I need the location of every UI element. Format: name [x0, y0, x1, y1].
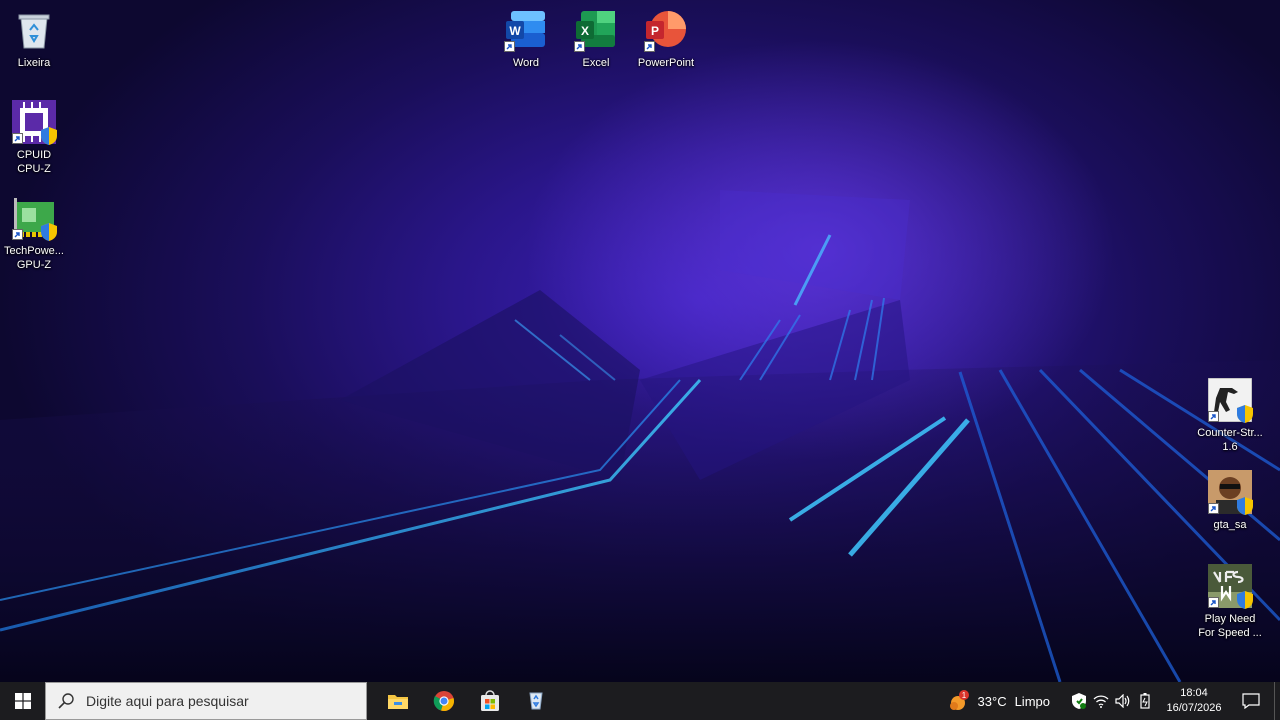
shortcut-arrow-icon: [504, 41, 515, 52]
powerpoint-icon: P: [644, 8, 688, 52]
desktop-icon-label: Word: [512, 57, 540, 69]
weather-condition: Limpo: [1014, 693, 1050, 709]
gta-sa-icon: [1208, 470, 1253, 515]
word-icon: W: [504, 8, 548, 52]
tray-volume[interactable]: [1112, 682, 1134, 720]
file-explorer-icon: [388, 695, 408, 709]
desktop-icon-word[interactable]: W Word: [489, 8, 563, 70]
desktop-icon-label: Lixeira: [17, 57, 51, 69]
wifi-icon: [1093, 695, 1109, 708]
clock-date: 16/07/2026: [1166, 702, 1222, 714]
taskbar: Digite aqui para pesquisar 1 33°C Limpo …: [0, 682, 1280, 720]
recycle-bin-icon: [12, 8, 56, 52]
microsoft-store-icon: [481, 690, 499, 711]
uac-shield-icon: [1237, 497, 1253, 515]
taskbar-file-explorer[interactable]: [375, 682, 421, 720]
weather-alert-badge: 1: [961, 691, 966, 700]
svg-text:X: X: [581, 24, 589, 38]
tray-network[interactable]: [1090, 682, 1112, 720]
tray-battery[interactable]: [1134, 682, 1156, 720]
shortcut-arrow-icon: [1208, 411, 1219, 422]
start-button[interactable]: [0, 682, 45, 720]
desktop-icon-excel[interactable]: X Excel: [559, 8, 633, 70]
desktop-icon-need-for-speed[interactable]: Play Need For Speed ...: [1192, 564, 1268, 640]
taskbar-search-box[interactable]: Digite aqui para pesquisar: [45, 682, 367, 720]
windows-tool-icon: [529, 692, 543, 710]
desktop-icon-label: Excel: [582, 57, 610, 69]
desktop-icon-gpuz[interactable]: TechPowe... GPU-Z: [0, 196, 71, 272]
system-tray: 1 33°C Limpo 18:04 16/07/2026: [948, 682, 1280, 720]
desktop-icon-cpuz[interactable]: CPUID CPU-Z: [0, 100, 71, 176]
shortcut-arrow-icon: [12, 133, 23, 144]
show-desktop-button[interactable]: [1274, 682, 1280, 720]
svg-text:W: W: [509, 24, 521, 38]
uac-shield-icon: [41, 223, 57, 241]
cpuz-icon: [12, 100, 57, 145]
chrome-icon: [433, 691, 454, 711]
shortcut-arrow-icon: [574, 41, 585, 52]
windows-logo-icon: [14, 693, 31, 709]
counter-strike-icon: [1208, 378, 1253, 423]
desktop-icon-label: Counter-Str... 1.6: [1197, 427, 1263, 453]
uac-shield-icon: [1237, 591, 1253, 609]
desktop-icon-counter-strike[interactable]: Counter-Str... 1.6: [1192, 378, 1268, 454]
shortcut-arrow-icon: [644, 41, 655, 52]
taskbar-chrome[interactable]: [421, 682, 467, 720]
excel-icon: X: [574, 8, 618, 52]
clock-time: 18:04: [1180, 687, 1208, 699]
taskbar-windows-tool[interactable]: [513, 682, 559, 720]
desktop-wallpaper: [0, 0, 1280, 682]
desktop-icon-label: Play Need For Speed ...: [1198, 613, 1262, 639]
wallpaper-art: [0, 190, 1280, 682]
desktop-icon-label: PowerPoint: [637, 57, 695, 69]
shortcut-arrow-icon: [12, 229, 23, 240]
shortcut-arrow-icon: [1208, 597, 1219, 608]
speaker-icon: [1115, 694, 1130, 708]
desktop-icon-label: CPUID CPU-Z: [16, 149, 52, 175]
taskbar-clock[interactable]: 18:04 16/07/2026: [1160, 686, 1228, 716]
notification-center-button[interactable]: [1228, 682, 1274, 720]
uac-shield-icon: [1237, 405, 1253, 423]
gpuz-icon: [12, 196, 57, 241]
weather-widget[interactable]: 1 33°C Limpo: [948, 690, 1050, 712]
desktop-icon-gta-sa[interactable]: gta_sa: [1192, 470, 1268, 532]
battery-icon: [1140, 693, 1150, 709]
svg-text:P: P: [651, 24, 659, 38]
notification-icon: [1242, 693, 1260, 709]
weather-sun-icon: 1: [949, 690, 969, 710]
search-icon: [58, 693, 74, 709]
defender-shield-icon: [1072, 693, 1086, 709]
desktop-icon-label: gta_sa: [1213, 519, 1247, 531]
uac-shield-icon: [41, 127, 57, 145]
search-placeholder: Digite aqui para pesquisar: [86, 693, 249, 709]
shortcut-arrow-icon: [1208, 503, 1219, 514]
desktop-icon-recycle-bin[interactable]: Lixeira: [0, 8, 71, 70]
desktop-icon-powerpoint[interactable]: P PowerPoint: [629, 8, 703, 70]
taskbar-microsoft-store[interactable]: [467, 682, 513, 720]
weather-temperature: 33°C: [977, 693, 1007, 709]
need-for-speed-icon: [1208, 564, 1253, 609]
tray-security[interactable]: [1068, 682, 1090, 720]
desktop-icon-label: TechPowe... GPU-Z: [4, 245, 64, 271]
